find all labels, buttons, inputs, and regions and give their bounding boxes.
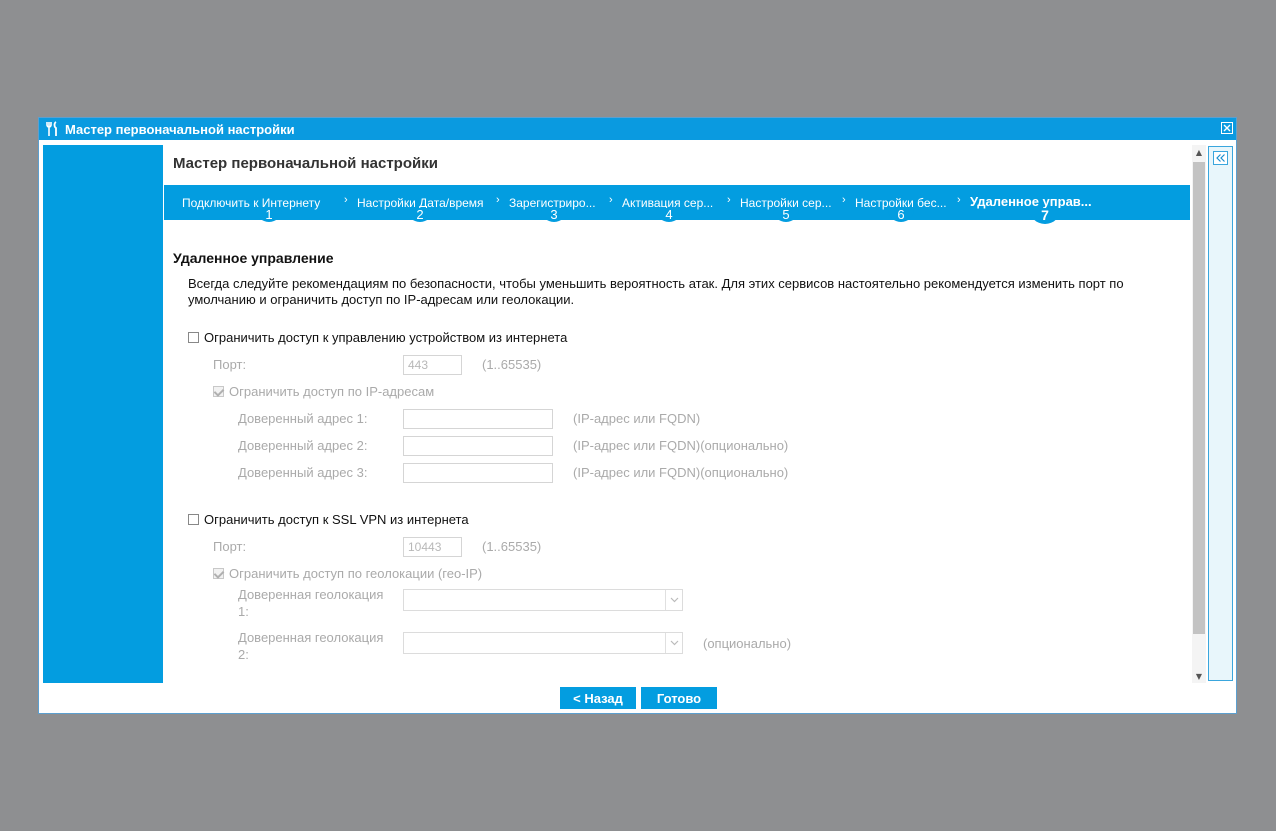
trusted-address-2-label: Доверенный адрес 2: bbox=[238, 438, 368, 453]
step-number: 3 bbox=[541, 208, 567, 222]
vertical-scrollbar[interactable]: ▲ ▼ bbox=[1192, 145, 1206, 683]
vpn-restrict-label: Ограничить доступ к SSL VPN из интернета bbox=[204, 512, 469, 527]
ip-restrict-row[interactable]: Ограничить доступ по IP-адресам bbox=[213, 384, 434, 399]
trusted-address-3-input[interactable] bbox=[403, 463, 553, 483]
trusted-address-1-label: Доверенный адрес 1: bbox=[238, 411, 368, 426]
mgmt-restrict-row[interactable]: Ограничить доступ к управлению устройств… bbox=[188, 330, 567, 345]
trusted-geo-2-label-line1: Доверенная геолокация bbox=[238, 630, 384, 645]
wizard-dialog: Мастер первоначальной настройки Мастер п… bbox=[38, 117, 1237, 714]
step-number: 7 bbox=[1029, 208, 1061, 224]
mgmt-port-hint: (1..65535) bbox=[482, 357, 542, 372]
chevron-right-icon: › bbox=[496, 194, 500, 206]
trusted-address-3-label: Доверенный адрес 3: bbox=[238, 465, 368, 480]
trusted-address-3-hint: (IP-адрес или FQDN)(опционально) bbox=[573, 465, 789, 480]
trusted-address-1-hint: (IP-адрес или FQDN) bbox=[573, 411, 701, 426]
chevron-right-icon: › bbox=[609, 194, 613, 206]
vpn-port-input[interactable]: 10443 bbox=[403, 537, 462, 557]
finish-button[interactable]: Готово bbox=[641, 687, 717, 709]
mgmt-port-input[interactable]: 443 bbox=[403, 355, 462, 375]
section-title: Удаленное управление bbox=[173, 250, 334, 266]
trusted-address-1-input[interactable] bbox=[403, 409, 553, 429]
trusted-geo-2-hint: (опционально) bbox=[703, 636, 792, 651]
wizard-content: Мастер первоначальной настройки Подключи… bbox=[164, 145, 1190, 683]
mgmt-restrict-checkbox[interactable] bbox=[188, 332, 199, 344]
ip-restrict-label: Ограничить доступ по IP-адресам bbox=[229, 384, 435, 399]
window-title: Мастер первоначальной настройки bbox=[65, 121, 295, 137]
vpn-port-hint: (1..65535) bbox=[482, 539, 542, 554]
title-bar[interactable]: Мастер первоначальной настройки bbox=[39, 118, 1236, 140]
geo-restrict-label: Ограничить доступ по геолокации (гео-IP) bbox=[229, 566, 483, 581]
trusted-geo-1-label-line2: 1: bbox=[238, 604, 249, 619]
left-panel bbox=[43, 145, 163, 683]
chevron-right-icon: › bbox=[957, 194, 961, 206]
trusted-geo-2-label: Доверенная геолокация 2: bbox=[238, 629, 383, 663]
trusted-geo-1-label-line1: Доверенная геолокация bbox=[238, 587, 384, 602]
scroll-down-icon[interactable]: ▼ bbox=[1192, 672, 1206, 681]
step-number: 5 bbox=[773, 208, 799, 222]
trusted-address-2-input[interactable] bbox=[403, 436, 553, 456]
vpn-port-label: Порт: bbox=[213, 539, 247, 554]
geo-restrict-row[interactable]: Ограничить доступ по геолокации (гео-IP) bbox=[213, 566, 482, 581]
step-number: 2 bbox=[407, 208, 433, 222]
close-icon[interactable] bbox=[1221, 122, 1233, 134]
trusted-geo-1-select[interactable] bbox=[403, 589, 683, 611]
right-panel bbox=[1208, 146, 1233, 681]
section-description: Всегда следуйте рекомендациям по безопас… bbox=[188, 276, 1124, 307]
mgmt-port-label: Порт: bbox=[213, 357, 247, 372]
step-number: 1 bbox=[256, 208, 282, 222]
back-button[interactable]: < Назад bbox=[560, 687, 636, 709]
chevron-down-icon[interactable] bbox=[665, 633, 682, 653]
trusted-geo-1-label: Доверенная геолокация 1: bbox=[238, 586, 383, 620]
step-number: 6 bbox=[888, 208, 914, 222]
trusted-geo-2-label-line2: 2: bbox=[238, 647, 249, 662]
vpn-restrict-row[interactable]: Ограничить доступ к SSL VPN из интернета bbox=[188, 512, 469, 527]
ip-restrict-checkbox[interactable] bbox=[213, 386, 224, 398]
step-label: Подключить к Интернету bbox=[182, 196, 321, 210]
step-number: 4 bbox=[656, 208, 682, 222]
vpn-restrict-checkbox[interactable] bbox=[188, 514, 199, 526]
scroll-up-icon[interactable]: ▲ bbox=[1192, 148, 1206, 157]
tools-icon bbox=[45, 121, 63, 137]
wizard-title: Мастер первоначальной настройки bbox=[173, 155, 438, 172]
mgmt-restrict-label: Ограничить доступ к управлению устройств… bbox=[204, 330, 568, 345]
scrollbar-thumb[interactable] bbox=[1193, 162, 1205, 634]
chevron-right-icon: › bbox=[727, 194, 731, 206]
chevron-right-icon: › bbox=[842, 194, 846, 206]
trusted-geo-2-select[interactable] bbox=[403, 632, 683, 654]
collapse-double-chevron-icon[interactable] bbox=[1213, 151, 1228, 165]
chevron-down-icon[interactable] bbox=[665, 590, 682, 610]
chevron-right-icon: › bbox=[344, 194, 348, 206]
trusted-address-2-hint: (IP-адрес или FQDN)(опционально) bbox=[573, 438, 789, 453]
step-bar: Подключить к Интернету 1 › Настройки Дат… bbox=[164, 185, 1190, 224]
step-label: Удаленное управ... bbox=[970, 194, 1092, 209]
geo-restrict-checkbox[interactable] bbox=[213, 568, 224, 580]
